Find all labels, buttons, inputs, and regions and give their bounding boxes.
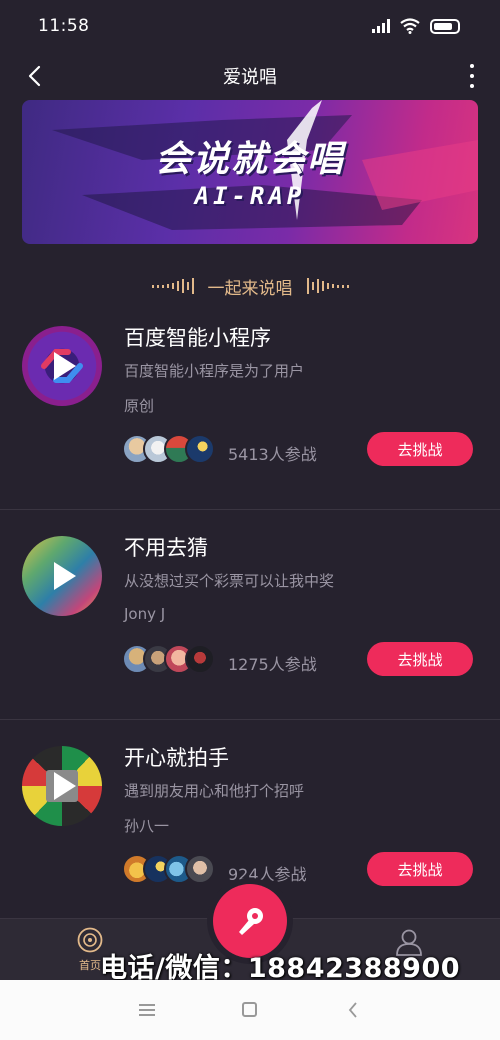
song-author: 孙八一 bbox=[124, 817, 170, 835]
challenge-button[interactable]: 去挑战 bbox=[367, 642, 473, 676]
album-cover[interactable] bbox=[22, 746, 102, 826]
menu-icon[interactable] bbox=[139, 1004, 155, 1016]
play-icon[interactable] bbox=[54, 352, 76, 380]
avatar bbox=[185, 644, 215, 674]
song-description: 从没想过买个彩票可以让我中奖 bbox=[124, 572, 335, 590]
section-header: 一起来说唱 bbox=[0, 268, 500, 304]
song-author: Jony J bbox=[124, 605, 166, 623]
battery-icon bbox=[430, 18, 460, 34]
song-title: 百度智能小程序 bbox=[124, 326, 271, 350]
home-square-icon[interactable] bbox=[242, 1002, 257, 1017]
play-icon[interactable] bbox=[54, 772, 76, 800]
banner-subtitle: AI-RAP bbox=[194, 182, 306, 210]
more-icon[interactable] bbox=[468, 64, 476, 88]
participant-avatars bbox=[122, 434, 215, 464]
album-cover[interactable] bbox=[22, 536, 102, 616]
back-button[interactable] bbox=[20, 62, 48, 90]
participant-avatars bbox=[122, 644, 215, 674]
song-title: 开心就拍手 bbox=[124, 746, 229, 770]
participant-count: 5413人参战 bbox=[228, 445, 317, 464]
list-item[interactable]: 不用去猜 从没想过买个彩票可以让我中奖 Jony J 1275人参战 去挑战 bbox=[0, 510, 500, 720]
nav-bar: 爱说唱 bbox=[0, 52, 500, 100]
song-author: 原创 bbox=[124, 397, 155, 415]
section-label: 一起来说唱 bbox=[207, 278, 293, 299]
signal-icon bbox=[372, 19, 390, 33]
challenge-button[interactable]: 去挑战 bbox=[367, 852, 473, 886]
banner-title: 会说就会唱 bbox=[154, 138, 345, 180]
status-time: 11:58 bbox=[38, 16, 90, 36]
soundwave-left-icon bbox=[151, 277, 194, 295]
song-description: 百度智能小程序是为了用户 bbox=[124, 362, 305, 380]
back-arrow-icon[interactable] bbox=[346, 1000, 360, 1020]
status-icons bbox=[372, 18, 460, 34]
play-icon[interactable] bbox=[54, 562, 76, 590]
avatar bbox=[185, 434, 215, 464]
status-bar: 11:58 bbox=[0, 0, 500, 52]
list-item[interactable]: 百度智能小程序 百度智能小程序是为了用户 原创 5413人参战 去挑战 bbox=[0, 300, 500, 510]
page-title: 爱说唱 bbox=[223, 67, 277, 88]
back-icon bbox=[28, 65, 41, 87]
participant-count: 924人参战 bbox=[228, 865, 307, 884]
avatar bbox=[185, 854, 215, 884]
song-title: 不用去猜 bbox=[124, 536, 208, 560]
wifi-icon bbox=[400, 18, 420, 34]
banner[interactable]: 会说就会唱 AI-RAP bbox=[22, 100, 478, 244]
microphone-icon bbox=[239, 908, 263, 935]
album-cover[interactable] bbox=[22, 326, 102, 406]
participant-count: 1275人参战 bbox=[228, 655, 317, 674]
tab-home-label: 首页 bbox=[79, 959, 101, 972]
soundwave-right-icon bbox=[306, 277, 349, 295]
participant-avatars bbox=[122, 854, 215, 884]
song-description: 遇到朋友用心和他打个招呼 bbox=[124, 782, 305, 800]
challenge-button[interactable]: 去挑战 bbox=[367, 432, 473, 466]
system-nav-bar bbox=[0, 980, 500, 1040]
